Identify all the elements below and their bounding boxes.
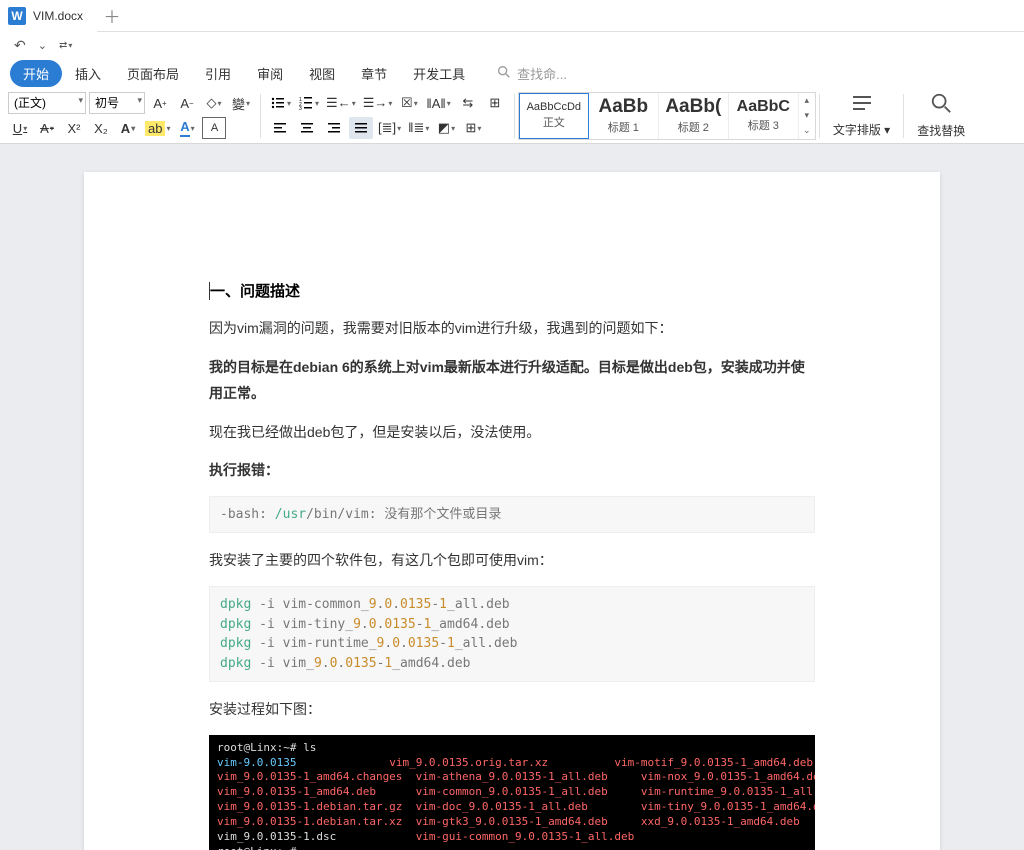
highlight-button[interactable]: ab (143, 117, 172, 139)
paragraph: 因为vim漏洞的问题，我需要对旧版本的vim进行升级，我遇到的问题如下： (209, 315, 815, 342)
paragraph-group: 123 ☰← ☰→ ☒ ‖A‖ ⇆ ⊞ [≣] ‖≣ ◩ ⊞ (264, 88, 511, 143)
tab-title: VIM.docx (33, 9, 83, 23)
search-box[interactable]: 查找命... (496, 64, 567, 83)
underline-button[interactable]: U (8, 117, 32, 139)
menu-bar: 开始 插入 页面布局 引用 审阅 视图 章节 开发工具 查找命... (0, 58, 1024, 88)
code-block-error: -bash: /usr/bin/vim: 没有那个文件或目录 (209, 496, 815, 534)
paragraph: 现在我已经做出deb包了，但是安装以后，没法使用。 (209, 419, 815, 446)
align-distribute-button[interactable]: ⊞ (483, 92, 507, 114)
phonetic-guide-button[interactable]: 變 (229, 92, 253, 114)
align-left-button[interactable] (268, 117, 292, 139)
separator (819, 94, 820, 138)
strikethrough-button[interactable]: A (35, 117, 59, 139)
text-direction-button[interactable]: [≣] (376, 117, 403, 139)
font-color-button[interactable]: A (175, 117, 199, 139)
font-group: (正文) 初号 A+ A− ◇ 變 U A X² X₂ A ab A A (4, 88, 257, 143)
style-h2[interactable]: AaBb( 标题 2 (659, 93, 729, 139)
search-placeholder: 查找命... (517, 64, 567, 83)
indent-button[interactable]: ☰→ (361, 92, 395, 114)
separator (514, 94, 515, 138)
menu-pagelayout[interactable]: 页面布局 (114, 60, 192, 87)
menu-developer[interactable]: 开发工具 (400, 60, 478, 87)
clear-format-button[interactable]: ◇ (202, 92, 226, 114)
style-preview: AaBbC (737, 98, 790, 116)
menu-insert[interactable]: 插入 (62, 60, 114, 87)
style-label: 正文 (543, 114, 565, 130)
text-effects-button[interactable]: A (116, 117, 140, 139)
font-size-select[interactable]: 初号 (89, 92, 145, 114)
style-body[interactable]: AaBbCcDd 正文 (519, 93, 589, 139)
svg-text:3: 3 (299, 106, 302, 111)
menu-start[interactable]: 开始 (10, 60, 62, 87)
align-right-button[interactable] (322, 117, 346, 139)
sort-button[interactable]: ☒ (397, 92, 421, 114)
separator (903, 94, 904, 138)
column-button[interactable]: ‖≣ (406, 117, 431, 139)
style-label: 标题 1 (608, 119, 639, 135)
ribbon: (正文) 初号 A+ A− ◇ 變 U A X² X₂ A ab A A 123… (0, 88, 1024, 144)
layout-icon (851, 93, 873, 119)
subscript-button[interactable]: X₂ (89, 117, 113, 139)
grow-font-button[interactable]: A+ (148, 92, 172, 114)
style-label: 标题 2 (678, 119, 709, 135)
quick-access-toolbar: ↶ ⌄ ⇄ (0, 32, 1024, 58)
align-justify-button[interactable] (349, 117, 373, 139)
style-label: 标题 3 (748, 117, 779, 133)
undo-button[interactable]: ↶ (14, 37, 26, 54)
heading-1: 一、问题描述 (209, 280, 815, 301)
separator (260, 94, 261, 138)
style-gallery[interactable]: AaBbCcDd 正文 AaBb 标题 1 AaBb( 标题 2 AaBbC 标… (518, 92, 816, 140)
align-center-button[interactable] (295, 117, 319, 139)
borders-button[interactable]: ⊞ (461, 117, 485, 139)
find-label: 查找替换 (917, 122, 965, 139)
style-h3[interactable]: AaBbC 标题 3 (729, 93, 799, 139)
font-family-select[interactable]: (正文) (8, 92, 86, 114)
paragraph-bold: 我的目标是在debian 6的系统上对vim最新版本进行升级适配。目标是做出de… (209, 354, 815, 407)
redo-dropdown[interactable]: ⌄ (38, 39, 47, 52)
document-content[interactable]: 一、问题描述 因为vim漏洞的问题，我需要对旧版本的vim进行升级，我遇到的问题… (209, 280, 815, 850)
style-preview: AaBb (599, 96, 649, 118)
app-icon: W (8, 7, 26, 25)
find-replace-button[interactable]: 查找替换 (907, 92, 975, 139)
paragraph-bold: 执行报错： (209, 457, 815, 484)
new-tab-button[interactable]: ＋ (97, 3, 127, 28)
style-preview: AaBbCcDd (527, 101, 581, 113)
paragraph: 我安装了主要的四个软件包，有这几个包即可使用vim： (209, 547, 815, 574)
document-tab[interactable]: W VIM.docx (0, 0, 97, 32)
qat-customize[interactable]: ⇄ (59, 40, 72, 51)
menu-review[interactable]: 审阅 (244, 60, 296, 87)
line-spacing-button[interactable]: ‖A‖ (424, 92, 452, 114)
menu-view[interactable]: 视图 (296, 60, 348, 87)
code-block-dpkg: dpkg -i vim-common_9.0.0135-1_all.debdpk… (209, 586, 815, 682)
paragraph: 安装过程如下图： (209, 696, 815, 723)
layout-label: 文字排版 ▾ (833, 121, 890, 138)
bullets-button[interactable] (268, 92, 293, 114)
outdent-button[interactable]: ☰← (324, 92, 358, 114)
document-page[interactable]: 一、问题描述 因为vim漏洞的问题，我需要对旧版本的vim进行升级，我遇到的问题… (84, 172, 940, 850)
menu-section[interactable]: 章节 (348, 60, 400, 87)
style-scroll[interactable]: ▴▾⌄ (799, 93, 815, 139)
titlebar: W VIM.docx ＋ (0, 0, 1024, 32)
style-h1[interactable]: AaBb 标题 1 (589, 93, 659, 139)
menu-reference[interactable]: 引用 (192, 60, 244, 87)
distribute-button[interactable]: ⇆ (456, 92, 480, 114)
character-border-button[interactable]: A (202, 117, 226, 139)
superscript-button[interactable]: X² (62, 117, 86, 139)
shading-button[interactable]: ◩ (434, 117, 458, 139)
style-preview: AaBb( (665, 96, 721, 118)
text-layout-button[interactable]: 文字排版 ▾ (823, 93, 900, 138)
search-icon (496, 64, 512, 83)
numbering-button[interactable]: 123 (296, 92, 321, 114)
workspace[interactable]: 一、问题描述 因为vim漏洞的问题，我需要对旧版本的vim进行升级，我遇到的问题… (0, 144, 1024, 850)
magnify-icon (930, 92, 952, 120)
shrink-font-button[interactable]: A− (175, 92, 199, 114)
terminal-screenshot: root@Linx:~# ls vim-9.0.0135 vim_9.0.013… (209, 735, 815, 850)
